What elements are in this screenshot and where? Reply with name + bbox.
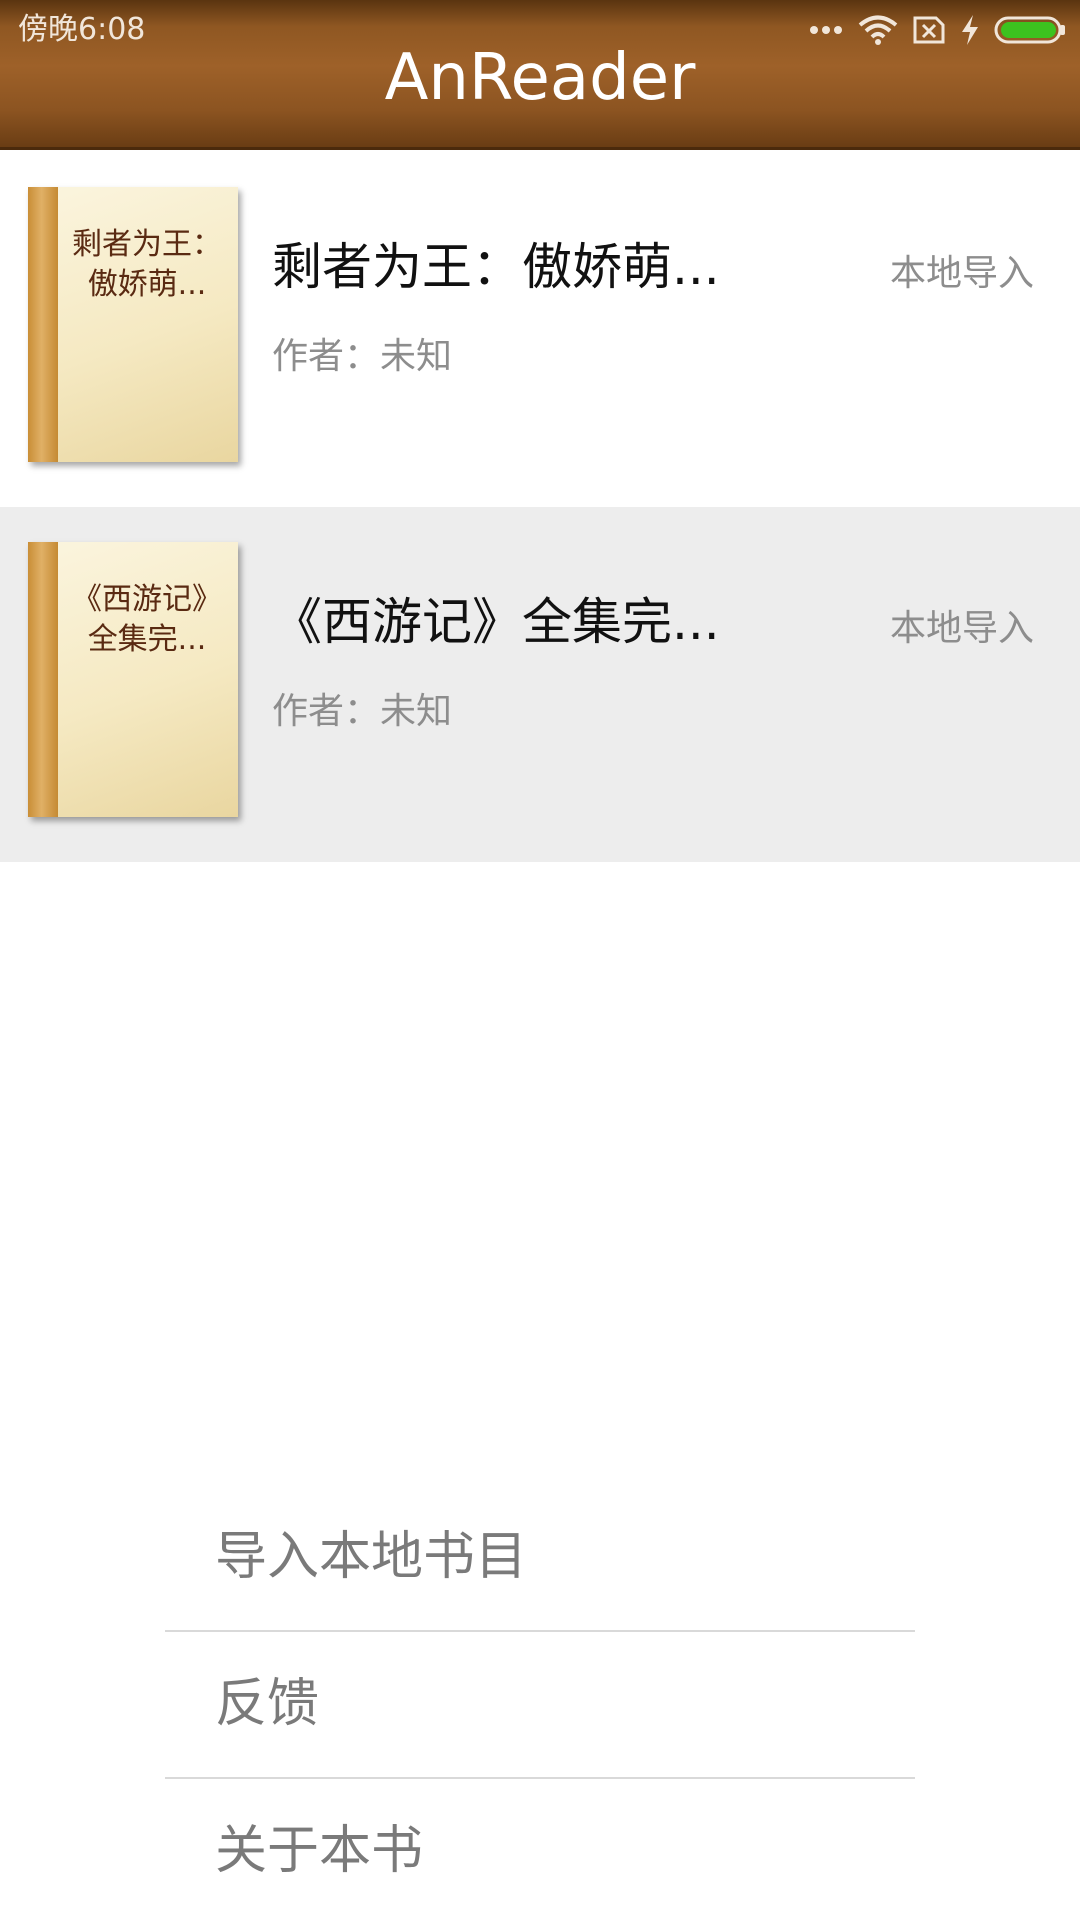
app-title: AnReader — [384, 41, 696, 115]
book-source-label: 本地导入 — [889, 253, 1034, 294]
book-cover[interactable]: 《西游记》全集完... — [28, 542, 238, 817]
screen: 傍晚6:08 AnReader 剩者为王：傲娇萌... 剩者为王：傲娇萌... … — [0, 0, 1080, 1920]
book-cover[interactable]: 剩者为王：傲娇萌... — [28, 187, 238, 462]
menu-item-import-local-books[interactable]: 导入本地书目 — [165, 1485, 915, 1630]
menu-item-feedback[interactable]: 反馈 — [165, 1632, 915, 1777]
context-menu: 导入本地书目 反馈 关于本书 — [165, 1485, 915, 1920]
book-cover-title: 剩者为王：傲娇萌... — [72, 227, 222, 302]
book-source-label: 本地导入 — [889, 608, 1034, 649]
app-header: 傍晚6:08 AnReader — [0, 0, 1080, 150]
book-list-item[interactable]: 《西游记》全集完... 《西游记》全集完... 作者：未知 本地导入 — [0, 507, 1080, 862]
book-list-item[interactable]: 剩者为王：傲娇萌... 剩者为王：傲娇萌... 作者：未知 本地导入 — [0, 152, 1080, 507]
book-cover-spine — [28, 187, 58, 462]
book-title: 《西游记》全集完... — [272, 593, 720, 651]
menu-item-about[interactable]: 关于本书 — [165, 1779, 915, 1920]
book-title: 剩者为王：傲娇萌... — [272, 238, 720, 296]
book-author: 作者：未知 — [272, 691, 453, 732]
book-author: 作者：未知 — [272, 336, 453, 377]
more-dots-icon — [808, 24, 844, 36]
book-cover-title: 《西游记》全集完... — [72, 582, 222, 657]
book-list: 剩者为王：傲娇萌... 剩者为王：傲娇萌... 作者：未知 本地导入 《西游记》… — [0, 152, 1080, 862]
book-cover-spine — [28, 542, 58, 817]
